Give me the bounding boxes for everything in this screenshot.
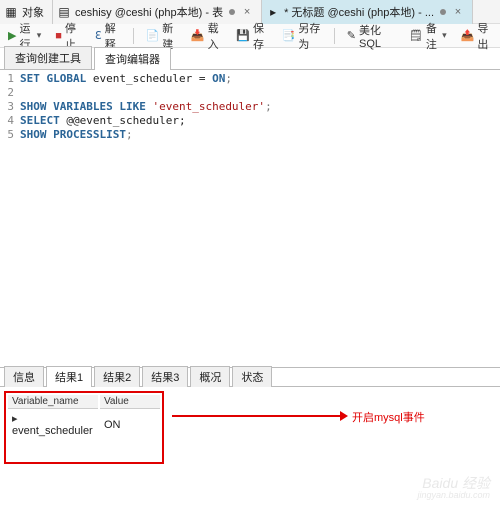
tab-profile[interactable]: 概况	[190, 366, 230, 387]
load-icon: 📥	[191, 29, 205, 42]
tab-status[interactable]: 状态	[232, 366, 272, 387]
watermark-main: Baidu 经验	[422, 475, 490, 491]
save-button[interactable]: 💾 保存	[234, 19, 269, 53]
watermark-sub: jingyan.baidu.com	[417, 491, 490, 501]
tab-result-1[interactable]: 结果1	[46, 366, 92, 387]
new-icon: 📄	[146, 29, 160, 42]
col-value[interactable]: Value	[100, 395, 160, 409]
sql-editor[interactable]: 1SET GLOBAL event_scheduler = ON; 2 3SHO…	[0, 70, 500, 367]
beautify-label: 美化 SQL	[359, 22, 395, 50]
line-number: 5	[0, 128, 20, 142]
annotation-text: 开启mysql事件	[352, 409, 425, 425]
line-number: 2	[0, 86, 20, 100]
arrow-head-icon	[340, 411, 348, 421]
close-icon[interactable]: ×	[452, 6, 464, 18]
tab-objects-label: 对象	[22, 4, 44, 20]
chevron-down-icon: ▾	[37, 30, 42, 41]
line-number: 3	[0, 100, 20, 114]
toolbar-divider	[334, 28, 335, 44]
toolbar-divider	[133, 28, 134, 44]
stop-icon: ■	[55, 30, 62, 42]
dirty-dot-icon	[229, 9, 235, 15]
save-label: 保存	[253, 20, 268, 52]
load-button[interactable]: 📥 载入	[189, 19, 224, 53]
export-icon: 📤	[461, 29, 475, 42]
cell-value: ON	[100, 411, 160, 438]
explain-icon: ℇ	[95, 29, 102, 42]
save-as-label: 另存为	[298, 20, 322, 52]
tab-result-3[interactable]: 结果3	[142, 366, 188, 387]
tab-result-2[interactable]: 结果2	[94, 366, 140, 387]
save-icon: 💾	[236, 29, 250, 42]
current-row-icon: ▸	[12, 412, 20, 425]
query-icon: ▸	[266, 5, 280, 19]
beautify-icon: ✎	[347, 29, 356, 42]
notes-button[interactable]: 🗒 备注 ▾	[407, 19, 449, 53]
tab-query-editor[interactable]: 查询编辑器	[94, 47, 171, 70]
notes-label: 备注	[426, 20, 439, 52]
line-number: 4	[0, 114, 20, 128]
save-as-button[interactable]: 📑 另存为	[280, 19, 324, 53]
line-number: 1	[0, 72, 20, 86]
close-icon[interactable]: ×	[241, 6, 253, 18]
tab-query-label: * 无标题 @ceshi (php本地) - ...	[284, 4, 434, 20]
table-row[interactable]	[8, 440, 160, 460]
col-variable-name[interactable]: Variable_name	[8, 395, 98, 409]
result-grid[interactable]: Variable_name Value ▸event_scheduler ON	[4, 391, 164, 464]
table-row[interactable]: ▸event_scheduler ON	[8, 411, 160, 438]
export-label: 导出	[477, 20, 492, 52]
tab-info[interactable]: 信息	[4, 366, 44, 387]
dirty-dot-icon	[440, 9, 446, 15]
watermark: Baidu 经验 jingyan.baidu.com	[417, 476, 490, 501]
notes-icon: 🗒	[409, 29, 423, 42]
cell-variable-name: event_scheduler	[12, 425, 93, 437]
annotation-arrow	[172, 415, 342, 417]
tab-query-builder[interactable]: 查询创建工具	[4, 46, 92, 69]
load-label: 载入	[208, 20, 223, 52]
objects-icon: ▦	[4, 5, 18, 19]
chevron-down-icon: ▾	[442, 30, 447, 41]
table-icon: ▤	[57, 5, 71, 19]
save-as-icon: 📑	[282, 29, 296, 42]
beautify-button[interactable]: ✎ 美化 SQL	[345, 21, 397, 51]
tab-table-label: ceshisy @ceshi (php本地) - 表	[75, 4, 223, 20]
export-button[interactable]: 📤 导出	[459, 19, 494, 53]
play-icon: ▶	[8, 29, 16, 42]
table-header-row: Variable_name Value	[8, 395, 160, 409]
